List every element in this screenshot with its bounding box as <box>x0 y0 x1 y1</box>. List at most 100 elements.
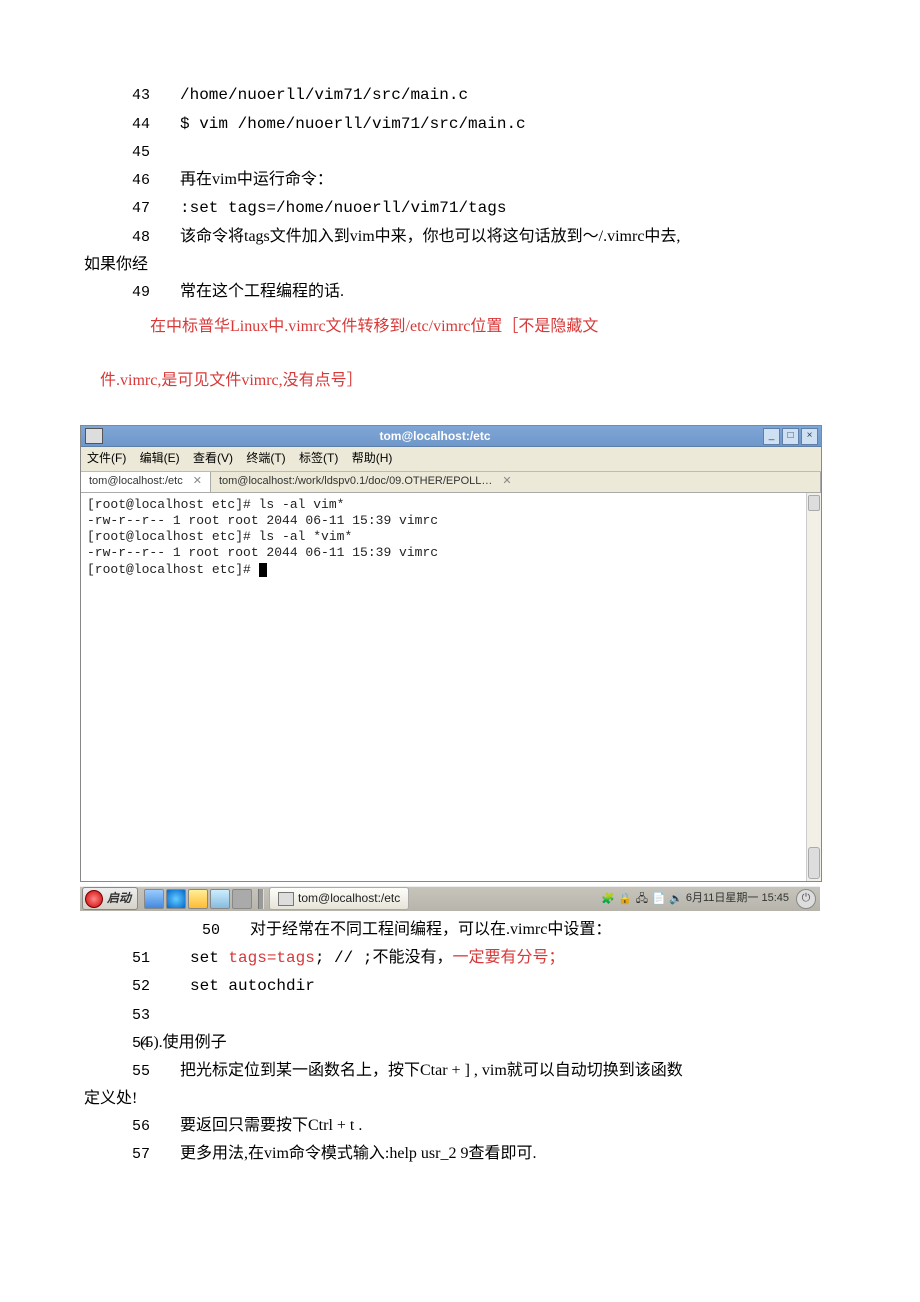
lineno: 56 <box>60 1115 180 1139</box>
terminal-window: tom@localhost:/etc _ □ × 文件(F) 编辑(E) 查看(… <box>80 425 822 881</box>
text: (5).使用例子 <box>140 1034 227 1051</box>
menu-edit[interactable]: 编辑(E) <box>140 451 180 465</box>
term-line: -rw-r--r-- 1 root root 2044 06-11 15:39 … <box>87 545 438 560</box>
titlebar[interactable]: tom@localhost:/etc _ □ × <box>81 426 821 447</box>
code-post: ; // ;不能没有， <box>315 949 453 967</box>
tray-icon[interactable]: 📄 <box>652 892 666 906</box>
system-tray: 🧩 🔒 🖧 📄 🔊 6月11日星期一 15:45 ⏻ <box>601 889 820 909</box>
quicklaunch-icon[interactable] <box>144 889 164 909</box>
lineno: 57 <box>60 1143 180 1167</box>
mail-icon[interactable] <box>188 889 208 909</box>
note-text-a: 在中标普华Linux中.vimrc文件转移到/etc/vimrc位置［不是隐藏文 <box>150 318 598 335</box>
terminal-body[interactable]: [root@localhost etc]# ls -al vim* -rw-r-… <box>81 493 821 881</box>
start-button[interactable]: 启动 <box>82 887 138 910</box>
term-line: [root@localhost etc]# ls -al *vim* <box>87 529 352 544</box>
doc-line-55: 55把光标定位到某一函数名上，按下Ctar + ] , vim就可以自动切换到该… <box>60 1058 860 1084</box>
text: 对于经常在不同工程间编程，可以在.vimrc中设置： <box>250 921 611 938</box>
doc-line-44: 44$ vim /home/nuoerll/vim71/src/main.c <box>60 111 860 138</box>
code: set autochdir <box>180 977 315 995</box>
after-block: 50对于经常在不同工程间编程，可以在.vimrc中设置： 51set tags=… <box>60 917 860 1168</box>
scrollbar[interactable] <box>806 493 821 881</box>
tab-label: tom@localhost:/etc <box>89 473 183 491</box>
doc-line-45: 45 <box>60 139 860 165</box>
doc-line-49: 49常在这个工程编程的话. <box>60 279 860 305</box>
note-red-cont: 件.vimrc,是可见文件vimrc,没有点号］ <box>60 343 860 420</box>
tab-close-icon[interactable]: ✕ <box>193 473 202 491</box>
menubar: 文件(F) 编辑(E) 查看(V) 终端(T) 标签(T) 帮助(H) <box>81 447 821 471</box>
code: /home/nuoerll/vim71/src/main.c <box>180 86 468 104</box>
menu-terminal[interactable]: 终端(T) <box>246 451 285 465</box>
start-menu-icon <box>85 890 103 908</box>
text: 再在vim中运行命令： <box>180 171 333 188</box>
scroll-thumb[interactable] <box>808 847 820 879</box>
code-red: tags=tags <box>228 949 314 967</box>
doc-line-54: 54(5).使用例子 <box>60 1030 860 1056</box>
doc-line-46: 46再在vim中运行命令： <box>60 167 860 193</box>
taskbar-divider <box>258 889 264 909</box>
term-line: [root@localhost etc]# <box>87 562 259 577</box>
doc-line-48: 48该命令将tags文件加入到vim中来，你也可以将这句话放到～/.vimrc中… <box>60 224 860 250</box>
lineno: 51 <box>60 947 180 971</box>
menu-view[interactable]: 查看(V) <box>193 451 233 465</box>
lineno: 43 <box>60 84 180 108</box>
menu-help[interactable]: 帮助(H) <box>352 451 393 465</box>
browser-icon[interactable] <box>166 889 186 909</box>
menu-tabs[interactable]: 标签(T) <box>299 451 338 465</box>
lineno: 53 <box>60 1004 180 1028</box>
tab-close-icon[interactable]: ✕ <box>502 473 511 491</box>
doc-line-43: 43/home/nuoerll/vim71/src/main.c <box>60 82 860 109</box>
clock[interactable]: 6月11日星期一 15:45 <box>686 890 789 908</box>
tray-network-icon[interactable]: 🖧 <box>635 892 649 906</box>
window-title: tom@localhost:/etc <box>107 427 763 446</box>
tray-icon[interactable]: 🔒 <box>618 892 632 906</box>
doc-line-56: 56要返回只需要按下Ctrl + t . <box>60 1113 860 1139</box>
task-app-icon <box>278 892 294 906</box>
window-buttons: _ □ × <box>763 428 818 445</box>
lineno: 50 <box>60 919 250 943</box>
code-pre: set <box>180 949 228 967</box>
terminal-icon[interactable] <box>232 889 252 909</box>
note-red: 在中标普华Linux中.vimrc文件转移到/etc/vimrc位置［不是隐藏文 <box>150 313 860 340</box>
doc-line-48-wrap: 如果你经 <box>60 252 860 278</box>
doc-line-53: 53 <box>60 1002 860 1028</box>
text: 常在这个工程编程的话. <box>180 283 344 300</box>
text: 定义处! <box>84 1090 137 1107</box>
doc-line-52: 52set autochdir <box>60 973 860 1000</box>
maximize-button[interactable]: □ <box>782 428 799 445</box>
text: 该命令将tags文件加入到vim中来，你也可以将这句话放到～/.vimrc中去, <box>180 228 680 245</box>
text: 更多用法,在vim命令模式输入:help usr_2 9查看即可. <box>180 1145 536 1162</box>
doc-line-47: 47:set tags=/home/nuoerll/vim71/tags <box>60 195 860 222</box>
tab-label: tom@localhost:/work/ldspv0.1/doc/09.OTHE… <box>219 473 492 491</box>
taskbar-task[interactable]: tom@localhost:/etc <box>269 887 409 910</box>
terminal-tab-2[interactable]: tom@localhost:/work/ldspv0.1/doc/09.OTHE… <box>211 472 821 492</box>
note-text-b: 件.vimrc,是可见文件vimrc,没有点号］ <box>100 372 363 389</box>
document-page: 43/home/nuoerll/vim71/src/main.c 44$ vim… <box>0 0 920 1229</box>
text: 把光标定位到某一函数名上，按下Ctar + ] , vim就可以自动切换到该函数 <box>180 1062 683 1079</box>
tab-strip: tom@localhost:/etc ✕ tom@localhost:/work… <box>81 472 821 493</box>
cursor-icon <box>259 563 267 577</box>
text: 如果你经 <box>84 256 148 273</box>
scroll-arrow-up-icon[interactable] <box>808 495 820 511</box>
doc-line-51: 51set tags=tags; // ;不能没有，一定要有分号； <box>60 945 860 972</box>
menu-file[interactable]: 文件(F) <box>87 451 126 465</box>
doc-line-50: 50对于经常在不同工程间编程，可以在.vimrc中设置： <box>60 917 860 943</box>
lineno: 48 <box>60 226 180 250</box>
doc-line-55-wrap: 定义处! <box>60 1086 860 1112</box>
lineno: 49 <box>60 281 180 305</box>
lineno: 44 <box>60 113 180 137</box>
text: 要返回只需要按下Ctrl + t . <box>180 1117 362 1134</box>
close-button[interactable]: × <box>801 428 818 445</box>
terminal-tab-1[interactable]: tom@localhost:/etc ✕ <box>81 472 211 492</box>
minimize-button[interactable]: _ <box>763 428 780 445</box>
lineno: 55 <box>60 1060 180 1084</box>
code: $ vim /home/nuoerll/vim71/src/main.c <box>180 115 526 133</box>
tray-volume-icon[interactable]: 🔊 <box>669 892 683 906</box>
code-red2: 一定要有分号； <box>452 949 564 966</box>
lineno: 46 <box>60 169 180 193</box>
start-label: 启动 <box>107 889 131 908</box>
desktop-icon[interactable] <box>210 889 230 909</box>
lineno: 47 <box>60 197 180 221</box>
terminal-app-icon <box>85 428 103 444</box>
power-button-icon[interactable]: ⏻ <box>796 889 816 909</box>
tray-icon[interactable]: 🧩 <box>601 892 615 906</box>
